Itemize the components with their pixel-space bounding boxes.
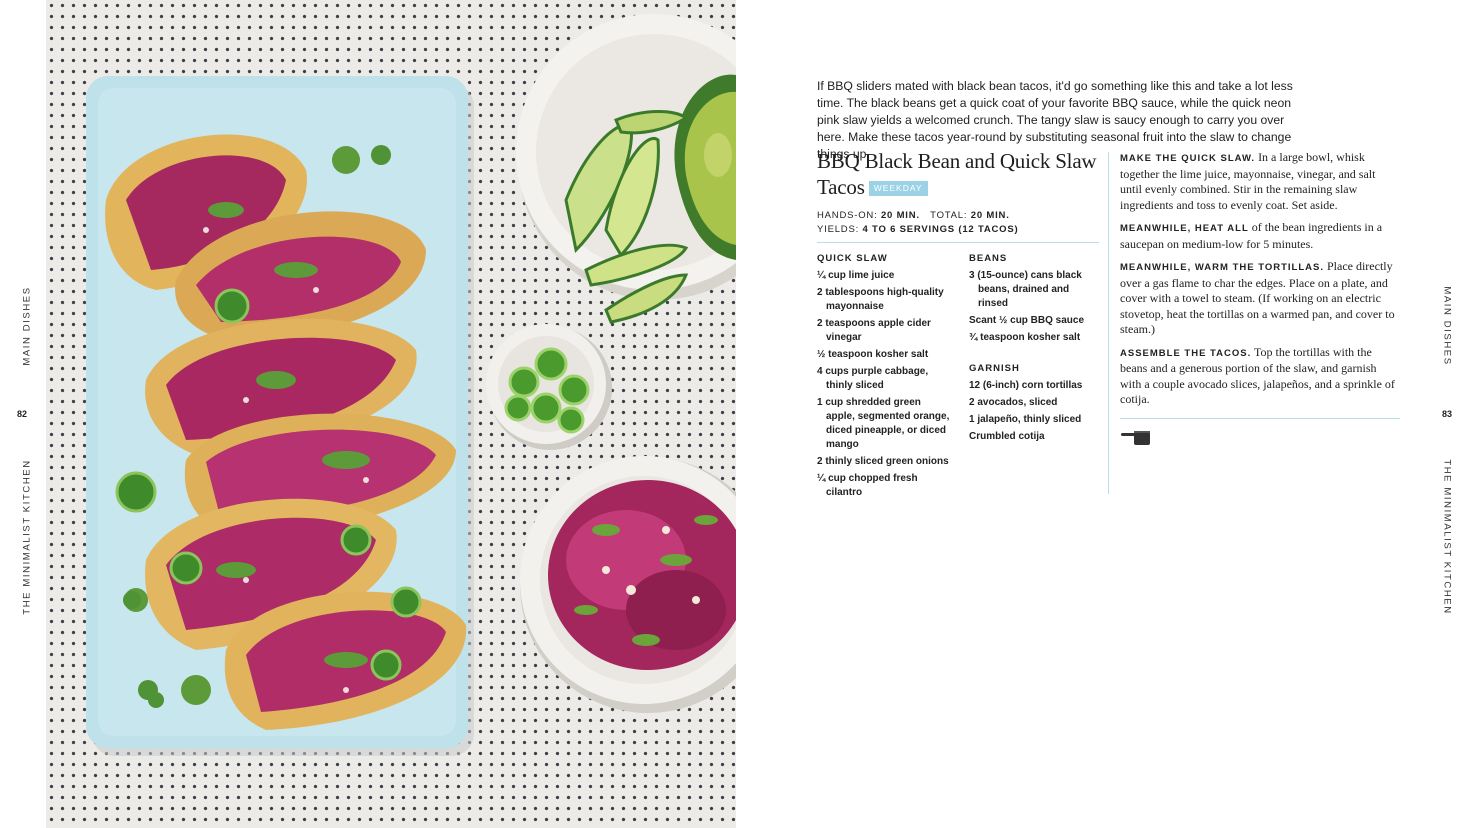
left-page-number: 82 — [17, 409, 28, 419]
garnish-heading: GARNISH — [969, 363, 1020, 374]
total-value: 20 MIN. — [970, 210, 1010, 221]
saucepan-icon — [1120, 428, 1154, 448]
ingredient-item: Crumbled cotija — [969, 431, 1045, 442]
yields-value: 4 TO 6 SERVINGS (12 TACOS) — [862, 224, 1019, 235]
step-lead: MEANWHILE, WARM THE TORTILLAS. — [1120, 262, 1324, 273]
right-book-title: THE MINIMALIST KITCHEN — [1441, 459, 1453, 615]
recipe-title: BBQ Black Bean and Quick Slaw Tacos — [817, 149, 1097, 199]
ingredients-rule — [817, 242, 1099, 243]
ingredient-item: 2 thinly sliced green onions — [817, 456, 949, 467]
ingredient-item: 2 teaspoons apple cider vinegar — [817, 318, 931, 343]
column-divider — [1108, 152, 1109, 494]
recipe-meta: HANDS-ON: 20 MIN. TOTAL: 20 MIN. YIELDS:… — [817, 209, 1018, 237]
recipe-photo — [46, 0, 736, 828]
hands-on-label: HANDS-ON: — [817, 210, 878, 221]
ingredients-slaw: QUICK SLAW ¼ cup lime juice 2 tablespoon… — [817, 252, 952, 503]
ingredient-item: 12 (6-inch) corn tortillas — [969, 380, 1083, 391]
ingredient-item: ¼ cup chopped fresh cilantro — [817, 473, 918, 498]
left-section-label: MAIN DISHES — [21, 286, 33, 366]
method-rule — [1120, 418, 1400, 419]
yields-line: YIELDS: 4 TO 6 SERVINGS (12 TACOS) — [817, 223, 1018, 237]
step-lead: MAKE THE QUICK SLAW. — [1120, 153, 1256, 164]
slaw-heading: QUICK SLAW — [817, 253, 888, 264]
method-step: MEANWHILE, WARM THE TORTILLAS. Place dir… — [1120, 259, 1398, 338]
method-step: MAKE THE QUICK SLAW. In a large bowl, wh… — [1120, 150, 1398, 213]
ingredient-item: 1 cup shredded green apple, segmented or… — [817, 397, 950, 450]
ingredient-item: 3 (15-ounce) cans black beans, drained a… — [969, 270, 1082, 309]
step-lead: MEANWHILE, HEAT ALL — [1120, 223, 1249, 234]
step-lead: ASSEMBLE THE TACOS. — [1120, 347, 1252, 359]
ingredient-item: ¼ cup lime juice — [817, 270, 895, 281]
left-book-title: THE MINIMALIST KITCHEN — [21, 459, 33, 615]
total-label: TOTAL: — [930, 210, 968, 221]
ingredient-item: ½ teaspoon kosher salt — [817, 349, 929, 360]
method-step: MEANWHILE, HEAT ALL of the bean ingredie… — [1120, 220, 1398, 252]
right-page-number: 83 — [1442, 409, 1453, 419]
time-line: HANDS-ON: 20 MIN. TOTAL: 20 MIN. — [817, 209, 1018, 223]
right-section-label: MAIN DISHES — [1441, 286, 1453, 366]
ingredient-item: 2 avocados, sliced — [969, 397, 1058, 408]
ingredient-item: Scant ½ cup BBQ sauce — [969, 315, 1085, 326]
ingredient-item: ¾ teaspoon kosher salt — [969, 332, 1081, 343]
recipe-title-block: BBQ Black Bean and Quick Slaw Tacos WEEKD… — [817, 148, 1097, 200]
hands-on-value: 20 MIN. — [880, 210, 920, 221]
method: MAKE THE QUICK SLAW. In a large bowl, wh… — [1120, 150, 1398, 415]
ingredient-item: 4 cups purple cabbage, thinly sliced — [817, 366, 929, 391]
weekday-badge: WEEKDAY — [868, 181, 928, 196]
method-step: ASSEMBLE THE TACOS. Top the tortillas wi… — [1120, 345, 1398, 408]
ingredient-item: 2 tablespoons high-quality mayonnaise — [817, 287, 944, 312]
ingredients-beans-garnish: BEANS 3 (15-ounce) cans black beans, dra… — [969, 252, 1091, 447]
beans-heading: BEANS — [969, 253, 1008, 264]
yields-label: YIELDS: — [817, 224, 860, 235]
ingredient-item: 1 jalapeño, thinly sliced — [969, 414, 1082, 425]
